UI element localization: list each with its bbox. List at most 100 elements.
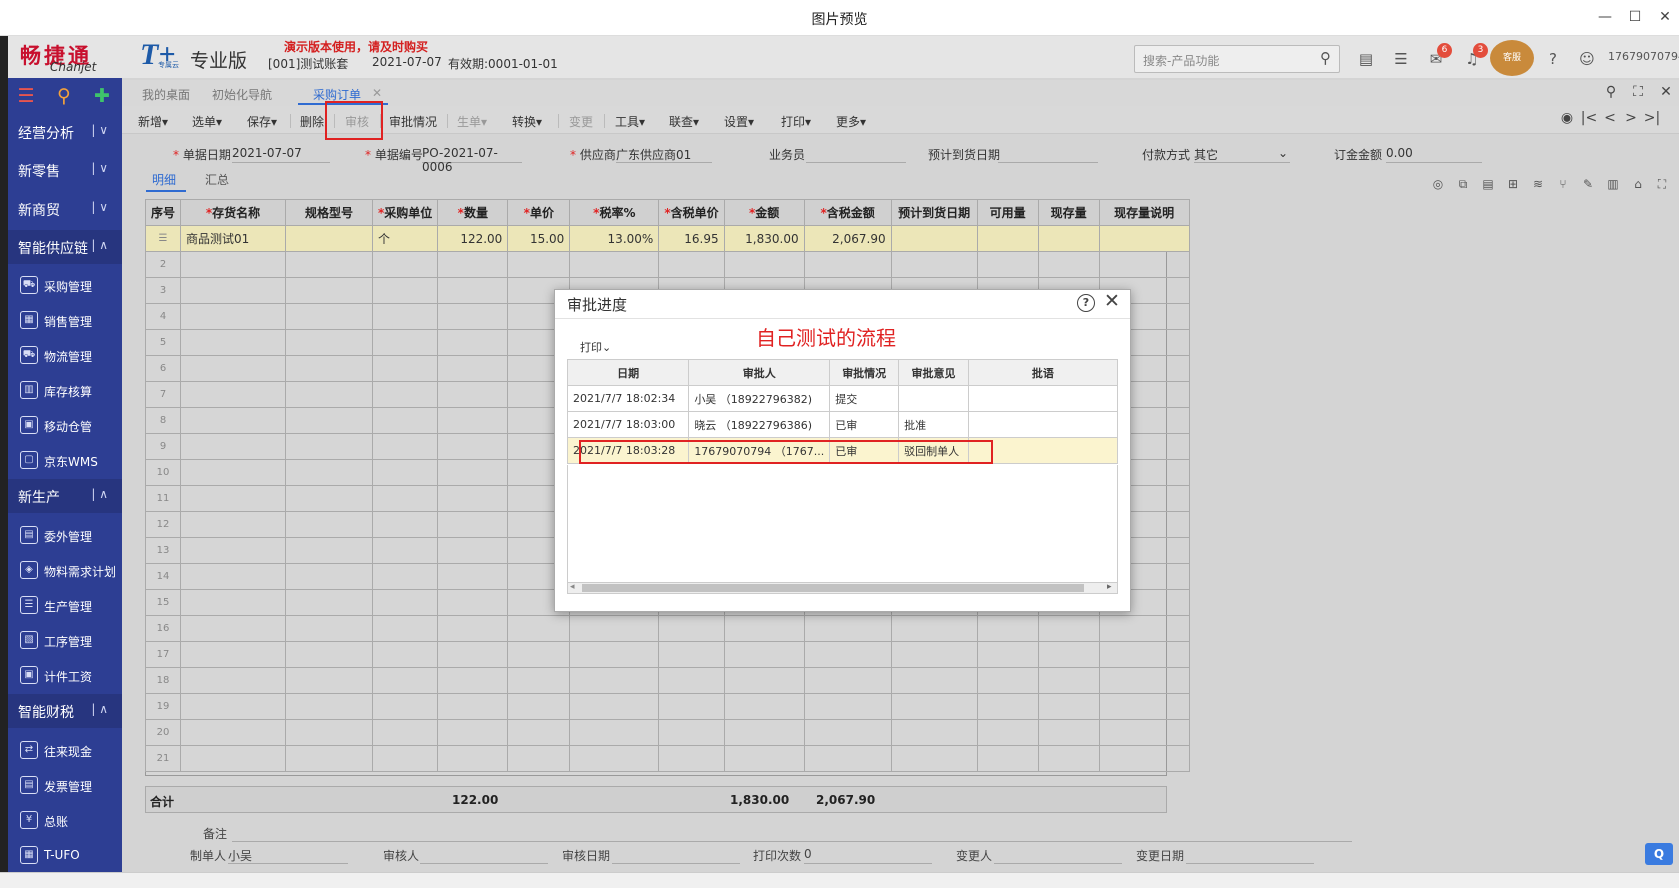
row-number[interactable]: 7 [144,381,182,408]
link-query-button[interactable]: 联查▾ [669,113,699,130]
scrollbar-thumb[interactable] [582,584,1084,592]
sidebar-item-invoice[interactable]: ▤ 发票管理 [8,768,122,803]
convert-button[interactable]: 转换▾ [512,113,542,130]
sidebar-section-production[interactable]: 新生产 | ∧ [8,479,122,513]
sidebar-item-production[interactable]: ☰ 生产管理 [8,588,122,623]
search-icon[interactable]: ⚲ [1320,49,1338,67]
sidebar-item-logistics[interactable]: ⛟ 物流管理 [8,338,122,373]
approval-status-button[interactable]: 审批情况 [389,113,437,130]
menu-icon[interactable]: ☰ [14,84,38,108]
help-icon[interactable]: ? [1543,50,1563,70]
last-page-icon[interactable]: >| [1643,110,1661,128]
row-number[interactable]: 12 [144,511,182,538]
locate-icon[interactable]: ◉ [1558,110,1576,128]
tab-detail[interactable]: 明细 [152,171,176,188]
sidebar-item-tufo[interactable]: ▦ T-UFO [8,838,122,873]
settings-button[interactable]: 设置▾ [724,113,754,130]
help-icon[interactable]: ? [1077,294,1095,312]
tab-close-icon[interactable]: ✕ [372,86,382,100]
pin-icon[interactable]: ◎ [1430,177,1446,193]
sidebar-item-inventory[interactable]: ▥ 库存核算 [8,373,122,408]
row-number[interactable]: 14 [144,563,182,590]
close-tab-icon[interactable]: ✕ [1657,84,1675,102]
deposit-field[interactable]: 0.00 [1386,146,1482,163]
row-number[interactable]: 6 [144,355,182,382]
paste-icon[interactable]: ▤ [1480,177,1496,193]
tools-button[interactable]: 工具▾ [615,113,645,130]
row-number[interactable]: 10 [144,459,182,486]
print-button[interactable]: 打印▾ [781,113,811,130]
row-number[interactable]: 5 [144,329,182,356]
table-row[interactable]: 2021/7/7 18:02:34 小吴 （18922796382) 提交 [566,385,1119,412]
arrival-date-field[interactable] [998,146,1098,163]
maximize-icon[interactable]: ☐ [1624,6,1646,28]
sidebar-section-analysis[interactable]: 经营分析 | ∨ [8,115,122,149]
row-number[interactable]: 16 [144,615,182,642]
sidebar-item-mrp[interactable]: ◈ 物料需求计划 [8,553,122,588]
table-row[interactable]: 20 [144,719,1190,746]
batch-icon[interactable]: ≋ [1530,177,1546,193]
row-number[interactable]: 4 [144,303,182,330]
calculator-icon[interactable]: ▤ [1356,50,1376,70]
date-field[interactable]: 2021-07-07 [232,146,330,163]
edit-icon[interactable]: ✎ [1580,177,1596,193]
sidebar-item-ledger[interactable]: ¥ 总账 [8,803,122,838]
table-row[interactable]: 2021/7/7 18:03:00 晓云 （18922796386) 已审 批准 [566,411,1119,438]
generate-button[interactable]: 生单▾ [457,113,487,130]
warehouse-icon[interactable]: ⌂ [1630,177,1646,193]
service-mascot[interactable]: 客服 [1490,40,1534,76]
row-number[interactable]: 15 [144,589,182,616]
order-no-field[interactable]: PO-2021-07-0006 [422,146,522,174]
more-button[interactable]: 更多▾ [836,113,866,130]
search-input[interactable]: 搜索-产品功能 [1134,45,1340,73]
quick-help-button[interactable]: Q [1645,843,1673,865]
supplier-field[interactable]: 广东供应商01 [616,146,712,163]
search-icon[interactable]: ⚲ [52,84,76,108]
tab-desktop[interactable]: 我的桌面 [142,86,190,103]
next-page-icon[interactable]: > [1622,110,1640,128]
row-number[interactable]: 2 [144,251,182,278]
sidebar-section-supply[interactable]: 智能供应链 | ∧ [8,230,122,264]
insert-row-icon[interactable]: ⊞ [1505,177,1521,193]
sidebar-item-cash[interactable]: ⇄ 往来现金 [8,733,122,768]
sidebar-item-process[interactable]: ▧ 工序管理 [8,623,122,658]
prev-page-icon[interactable]: < [1601,110,1619,128]
row-number[interactable]: 20 [144,719,182,746]
sidebar-item-sales[interactable]: ▦ 销售管理 [8,303,122,338]
fullscreen-icon[interactable]: ⛶ [1629,84,1647,102]
tab-init-nav[interactable]: 初始化导航 [212,86,272,103]
user-name[interactable]: 17679070794 [1608,50,1679,63]
delete-button[interactable]: 删除 [300,113,324,130]
row-number[interactable]: 17 [144,641,182,668]
search-icon[interactable]: ⚲ [1602,84,1620,102]
minimize-icon[interactable]: — [1594,6,1616,28]
row-number[interactable]: 11 [144,485,182,512]
row-number[interactable]: 19 [144,693,182,720]
row-number[interactable]: 8 [144,407,182,434]
row-handle-icon[interactable]: ☰ [144,225,182,252]
table-row[interactable]: 17 [144,641,1190,668]
sidebar-item-outsourcing[interactable]: ▤ 委外管理 [8,518,122,553]
expand-icon[interactable]: ⛶ [1654,177,1670,193]
scroll-right-icon[interactable]: ▸ [1107,582,1112,592]
sidebar-section-finance[interactable]: 智能财税 | ∧ [8,694,122,728]
sidebar-section-retail[interactable]: 新零售 | ∨ [8,153,122,187]
close-icon[interactable]: ✕ [1101,290,1123,312]
select-button[interactable]: 选单▾ [192,113,222,130]
row-number[interactable]: 21 [144,745,182,772]
table-row[interactable]: 16 [144,615,1190,642]
sidebar-item-mobile-wh[interactable]: ▣ 移动仓管 [8,408,122,443]
scroll-left-icon[interactable]: ◂ [570,582,575,592]
add-icon[interactable]: ✚ [90,84,114,108]
task-list-icon[interactable]: ☰ [1391,50,1411,70]
clerk-field[interactable] [806,146,906,163]
tab-summary[interactable]: 汇总 [205,171,229,188]
table-row[interactable]: 21 [144,745,1190,772]
columns-icon[interactable]: ▥ [1605,177,1621,193]
sidebar-section-trade[interactable]: 新商贸 | ∨ [8,192,122,226]
row-number[interactable]: 18 [144,667,182,694]
sidebar-item-jd-wms[interactable]: ▢ 京东WMS [8,443,122,478]
split-icon[interactable]: ⑂ [1555,177,1571,193]
first-page-icon[interactable]: |< [1580,110,1598,128]
sidebar-item-purchase[interactable]: ⛟ 采购管理 [8,268,122,303]
